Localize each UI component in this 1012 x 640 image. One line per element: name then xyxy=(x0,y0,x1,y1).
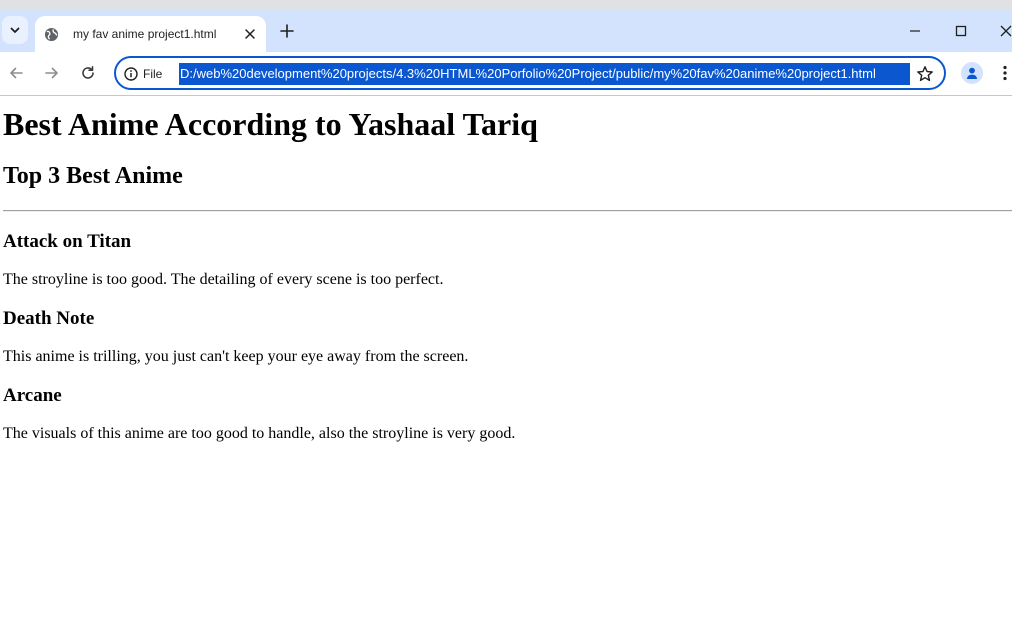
star-icon xyxy=(917,66,933,82)
anime-title: Attack on Titan xyxy=(3,231,132,252)
window-close-button[interactable] xyxy=(994,20,1012,42)
kebab-menu-icon xyxy=(1003,65,1007,81)
anime-description: The visuals of this anime are too good t… xyxy=(3,425,516,442)
globe-icon xyxy=(43,26,59,42)
info-icon xyxy=(124,67,138,81)
back-button[interactable] xyxy=(5,62,27,84)
reload-button[interactable] xyxy=(77,62,99,84)
anime-title: Death Note xyxy=(3,308,95,329)
tab-search-button[interactable] xyxy=(2,16,28,44)
minimize-icon xyxy=(910,30,920,32)
page-subtitle: Top 3 Best Anime xyxy=(3,163,183,189)
browser-menu-button[interactable] xyxy=(998,62,1012,84)
tab-title: my fav anime project1.html xyxy=(73,27,217,41)
new-tab-button[interactable] xyxy=(276,20,298,42)
tab-active[interactable]: my fav anime project1.html xyxy=(35,16,266,52)
close-icon[interactable] xyxy=(242,26,258,42)
page-title: Best Anime According to Yashaal Tariq xyxy=(3,106,538,142)
page-content: Best Anime According to Yashaal Tariq To… xyxy=(0,97,1012,640)
browser-toolbar: File D:/web%20development%20projects/4.3… xyxy=(0,52,1012,96)
arrow-right-icon xyxy=(45,67,58,79)
person-icon xyxy=(966,67,978,79)
minimize-button[interactable] xyxy=(903,20,927,42)
profile-button[interactable] xyxy=(961,62,983,84)
site-info-label: File xyxy=(143,67,163,81)
divider xyxy=(3,210,1012,212)
forward-button[interactable] xyxy=(41,62,63,84)
anime-description: This anime is trilling, you just can't k… xyxy=(3,348,469,365)
url-text[interactable]: D:/web%20development%20projects/4.3%20HT… xyxy=(179,63,910,85)
anime-title: Arcane xyxy=(3,385,62,406)
bookmark-button[interactable] xyxy=(915,64,935,84)
maximize-icon xyxy=(955,25,967,37)
maximize-button[interactable] xyxy=(949,20,973,42)
plus-icon xyxy=(280,24,294,38)
address-bar[interactable]: File D:/web%20development%20projects/4.3… xyxy=(114,56,946,90)
arrow-left-icon xyxy=(10,67,23,79)
anime-description: The stroyline is too good. The detailing… xyxy=(3,271,444,288)
reload-icon xyxy=(82,66,94,79)
site-info-button[interactable]: File xyxy=(124,65,162,83)
tab-strip: my fav anime project1.html xyxy=(0,0,1012,52)
chevron-down-icon xyxy=(10,27,20,33)
close-icon xyxy=(1000,25,1012,37)
